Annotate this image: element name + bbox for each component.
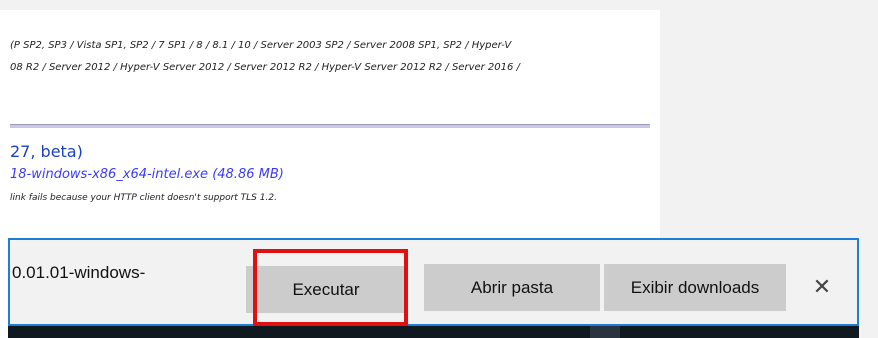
- download-bar: 0.01.01-windows- Executar Abrir pasta Ex…: [8, 238, 859, 326]
- download-link[interactable]: 18-windows-x86_x64-intel.exe (48.86 MB): [10, 167, 284, 182]
- os-support-line-2: 08 R2 / Server 2012 / Hyper-V Server 201…: [10, 62, 520, 73]
- run-button[interactable]: Executar: [246, 266, 406, 313]
- os-support-line-1: (P SP2, SP3 / Vista SP1, SP2 / 7 SP1 / 8…: [10, 40, 512, 51]
- close-icon[interactable]: ✕: [808, 270, 836, 304]
- section-divider: [10, 124, 650, 128]
- show-downloads-button[interactable]: Exibir downloads: [604, 264, 786, 311]
- taskbar-item[interactable]: [590, 326, 620, 338]
- version-heading: 27, beta): [10, 142, 83, 161]
- download-filename[interactable]: 0.01.01-windows-: [12, 263, 145, 283]
- open-folder-button[interactable]: Abrir pasta: [424, 264, 600, 311]
- taskbar: [8, 326, 859, 338]
- tls-note: link fails because your HTTP client does…: [10, 193, 277, 203]
